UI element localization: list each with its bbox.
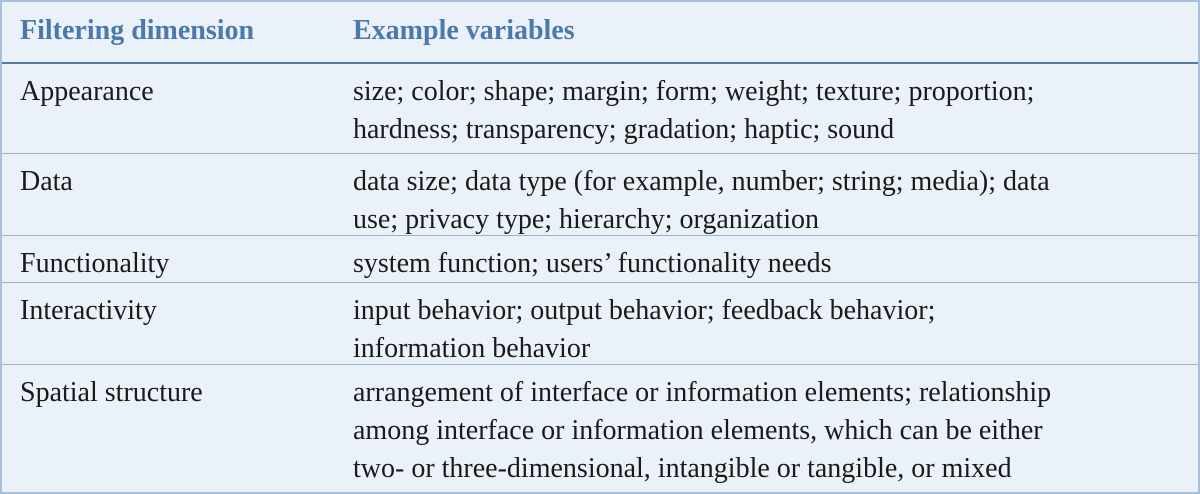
variables-cell: input behavior; output behavior; feedbac… [353, 292, 1183, 368]
dimension-cell: Data [20, 166, 73, 197]
header-example-variables: Example variables [353, 15, 575, 46]
table-row: Functionality system function; users’ fu… [2, 236, 1198, 283]
variables-line: input behavior; output behavior; feedbac… [353, 295, 936, 326]
dimension-cell: Interactivity [20, 295, 157, 326]
table-header: Filtering dimension Example variables [2, 2, 1198, 64]
variables-cell: system function; users’ functionality ne… [353, 245, 1183, 283]
variables-line: use; privacy type; hierarchy; organizati… [353, 204, 819, 235]
table-row: Appearance size; color; shape; margin; f… [2, 64, 1198, 154]
table-row: Interactivity input behavior; output beh… [2, 283, 1198, 365]
variables-line: data size; data type (for example, numbe… [353, 166, 1050, 197]
variables-line: two- or three-dimensional, intangible or… [353, 453, 1012, 484]
variables-cell: size; color; shape; margin; form; weight… [353, 73, 1183, 149]
variables-cell: data size; data type (for example, numbe… [353, 163, 1183, 239]
dimension-cell: Spatial structure [20, 377, 203, 408]
variables-line: hardness; transparency; gradation; hapti… [353, 114, 895, 145]
table-row: Spatial structure arrangement of interfa… [2, 365, 1198, 492]
dimension-cell: Functionality [20, 248, 170, 279]
variables-line: arrangement of interface or information … [353, 377, 1052, 408]
variables-line: system function; users’ functionality ne… [353, 248, 832, 279]
variables-line: size; color; shape; margin; form; weight… [353, 76, 1035, 107]
table-frame: Filtering dimension Example variables Ap… [0, 0, 1200, 494]
table-row: Data data size; data type (for example, … [2, 154, 1198, 236]
dimension-cell: Appearance [20, 76, 154, 107]
variables-line: among interface or information elements,… [353, 415, 1043, 446]
header-filtering-dimension: Filtering dimension [20, 15, 255, 46]
variables-line: information behavior [353, 333, 591, 364]
variables-cell: arrangement of interface or information … [353, 374, 1183, 488]
